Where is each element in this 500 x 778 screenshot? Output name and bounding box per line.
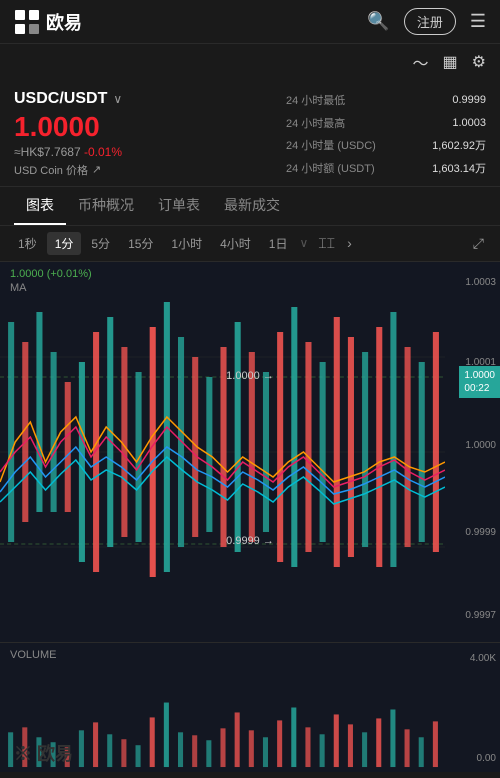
volume-axis-high: 4.00K	[470, 653, 496, 664]
logo-text: 欧易	[46, 9, 82, 35]
time-sep: ∨	[297, 236, 310, 250]
price-section: USDC/USDT ∨ 1.0000 ≈HK$7.7687 -0.01% USD…	[0, 80, 500, 187]
external-link-icon[interactable]: ↗	[92, 163, 101, 176]
stat-high: 24 小时最高 1.0003	[286, 115, 486, 131]
volume-label: VOLUME	[10, 649, 56, 661]
stat-low: 24 小时最低 0.9999	[286, 92, 486, 108]
chart-ma-bar: MA	[10, 282, 27, 294]
header-right: 🔍 注册 ☰	[367, 8, 486, 35]
menu-icon[interactable]: ☰	[470, 11, 486, 32]
logo-area: 欧易	[14, 9, 82, 35]
time-15m[interactable]: 15分	[120, 232, 161, 255]
axis-label-10000: 1.0000	[465, 440, 496, 451]
time-1h[interactable]: 1小时	[163, 232, 210, 255]
watermark: ※ 欧易	[14, 740, 73, 766]
price-stats: 24 小时最低 0.9999 24 小时最高 1.0003 24 小时量 (US…	[286, 90, 486, 178]
layout-icon[interactable]: ▦	[443, 52, 458, 72]
time-1d[interactable]: 1日	[261, 232, 296, 255]
logo-icon	[14, 9, 40, 35]
register-button[interactable]: 注册	[404, 8, 456, 35]
axis-label-1003: 1.0003	[465, 277, 496, 288]
price-change: -0.01%	[84, 145, 122, 159]
price-main: 1.0000	[14, 112, 286, 143]
time-4h[interactable]: 4小时	[212, 232, 259, 255]
volume-section: VOLUME 4.00K 0.00	[0, 642, 500, 772]
price-hkd: ≈HK$7.7687 -0.01%	[14, 145, 286, 159]
time-5m[interactable]: 5分	[83, 232, 118, 255]
tab-overview[interactable]: 币种概况	[66, 187, 146, 225]
main-chart: 1.0000 (+0.01%) MA	[0, 262, 500, 642]
dashed-label-2: 0.9999 →	[226, 535, 274, 547]
chart-nav-btn[interactable]: ›	[343, 232, 356, 254]
fullscreen-button[interactable]: ⤢	[467, 232, 490, 255]
current-price-tag: 1.0000 00:22	[459, 366, 500, 398]
chart-price-info: 1.0000 (+0.01%)	[10, 268, 92, 280]
stat-volume: 24 小时量 (USDC) 1,602.92万	[286, 137, 486, 153]
chart-tabs: 图表 币种概况 订单表 最新成交	[0, 187, 500, 226]
chart-svg	[0, 262, 445, 642]
tab-trades[interactable]: 最新成交	[212, 187, 292, 225]
time-1m[interactable]: 1分	[47, 232, 82, 255]
settings-icon[interactable]: ⚙	[472, 52, 486, 72]
volume-axis-low: 0.00	[477, 753, 496, 764]
search-icon[interactable]: 🔍	[367, 11, 389, 32]
top-toolbar: 〜 ▦ ⚙	[0, 44, 500, 80]
pair-name: USDC/USDT	[14, 90, 107, 108]
pair-dropdown-icon[interactable]: ∨	[113, 92, 122, 106]
time-selector: 1秒 1分 5分 15分 1小时 4小时 1日 ∨ ⌶⌶ › ⤢	[0, 226, 500, 262]
tab-orderbook[interactable]: 订单表	[146, 187, 212, 225]
time-1s[interactable]: 1秒	[10, 232, 45, 255]
app-header: 欧易 🔍 注册 ☰	[0, 0, 500, 44]
pair-row: USDC/USDT ∨	[14, 90, 286, 108]
chart-type-button[interactable]: ⌶⌶	[312, 232, 341, 255]
activity-icon[interactable]: 〜	[413, 50, 429, 74]
dashed-label-1: 1.0000 →	[226, 370, 274, 382]
chart-info-bar: 1.0000 (+0.01%)	[10, 268, 92, 280]
price-left: USDC/USDT ∨ 1.0000 ≈HK$7.7687 -0.01% USD…	[14, 90, 286, 178]
axis-label-9997: 0.9997	[465, 610, 496, 621]
axis-label-9999: 0.9999	[465, 527, 496, 538]
tab-chart[interactable]: 图表	[14, 187, 66, 225]
coin-info: USD Coin 价格 ↗	[14, 162, 286, 178]
stat-amount: 24 小时额 (USDT) 1,603.14万	[286, 160, 486, 176]
